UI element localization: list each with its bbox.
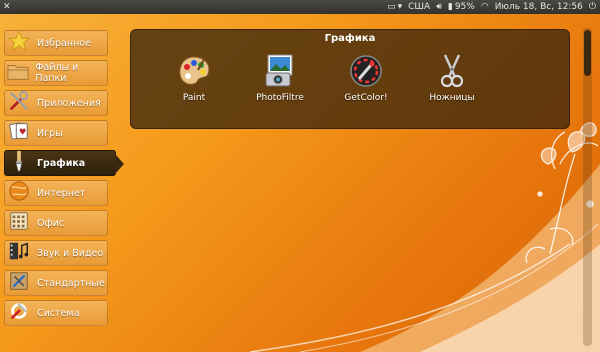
wifi-icon[interactable]: ◠: [481, 0, 489, 14]
cards-icon: ♥: [7, 119, 31, 143]
battery-indicator[interactable]: ▮ 95%: [448, 0, 475, 14]
category-sidebar: Избранное Файлы и Папки Приложения ♥ Игр…: [4, 30, 124, 330]
chevron-down-icon: ▾: [397, 2, 403, 12]
panel-title: Графика: [324, 33, 376, 44]
sidebar-item-label: Офис: [37, 217, 64, 229]
film-music-icon: [7, 239, 31, 263]
app-label: Paint: [182, 93, 206, 103]
globe-icon: [7, 179, 31, 203]
sidebar-item-accessories[interactable]: Стандартные: [4, 270, 108, 296]
battery-icon: ▮: [447, 2, 453, 12]
sidebar-item-label: Система: [37, 307, 80, 319]
sidebar-item-label: Стандартные: [37, 277, 105, 289]
photo-camera-icon: [261, 52, 299, 90]
sidebar-item-graphics[interactable]: Графика: [4, 149, 124, 176]
sidebar-item-label: Игры: [37, 127, 63, 139]
battery-percent: 95%: [454, 2, 475, 12]
clock[interactable]: Июль 18, Вс, 12:56: [495, 2, 583, 12]
sidebar-item-applications[interactable]: Приложения: [4, 90, 108, 116]
app-label: Ножницы: [429, 93, 475, 103]
sidebar-item-label: Приложения: [37, 97, 101, 109]
category-panel: Графика Paint PhotoFiltre GetColor! Ножн…: [130, 29, 570, 129]
system-tools-icon: [7, 299, 31, 323]
brush-icon: [7, 149, 31, 173]
sidebar-item-office[interactable]: Офис: [4, 210, 108, 236]
vertical-scrollbar[interactable]: [583, 28, 592, 346]
color-picker-icon: [347, 52, 385, 90]
sidebar-item-sound-video[interactable]: Звук и Видео: [4, 240, 108, 266]
sidebar-item-internet[interactable]: Интернет: [4, 180, 108, 206]
power-icon[interactable]: ⏻: [589, 0, 596, 14]
window-list-icon[interactable]: ▭ ▾: [387, 0, 402, 14]
palette-icon: [175, 52, 213, 90]
star-icon: [7, 29, 31, 53]
app-launcher-scissors[interactable]: Ножницы: [409, 52, 495, 103]
sidebar-item-files[interactable]: Файлы и Папки: [4, 60, 108, 86]
svg-text:♥: ♥: [19, 127, 26, 137]
sidebar-item-label: Файлы и Папки: [35, 62, 79, 84]
accessories-icon: [7, 269, 31, 293]
folder-icon: [7, 59, 29, 83]
app-label: PhotoFiltre: [256, 93, 304, 103]
sidebar-item-games[interactable]: ♥ Игры: [4, 120, 108, 146]
sidebar-item-favorites[interactable]: Избранное: [4, 30, 108, 56]
scissors-icon: [433, 52, 471, 90]
calculator-icon: [7, 209, 31, 233]
tools-menu-icon[interactable]: ✕: [3, 0, 11, 14]
volume-icon[interactable]: 🔊︎: [436, 0, 442, 14]
sidebar-item-label: Графика: [37, 157, 86, 169]
app-grid: Paint PhotoFiltre GetColor! Ножницы: [151, 52, 495, 103]
app-label: GetColor!: [344, 93, 388, 103]
tools-icon: [7, 89, 31, 113]
sidebar-item-label: Звук и Видео: [37, 247, 104, 259]
sidebar-item-label: Избранное: [37, 37, 91, 49]
app-launcher-photofiltre[interactable]: PhotoFiltre: [237, 52, 323, 103]
sidebar-item-system[interactable]: Система: [4, 300, 108, 326]
top-panel: ✕ ▭ ▾ США 🔊︎ ▮ 95% ◠ Июль 18, Вс, 12:56 ⏻: [0, 0, 600, 14]
app-launcher-getcolor[interactable]: GetColor!: [323, 52, 409, 103]
app-launcher-paint[interactable]: Paint: [151, 52, 237, 103]
keyboard-layout[interactable]: США: [408, 2, 430, 12]
sidebar-item-label: Интернет: [37, 187, 86, 199]
scrollbar-thumb[interactable]: [584, 30, 591, 76]
